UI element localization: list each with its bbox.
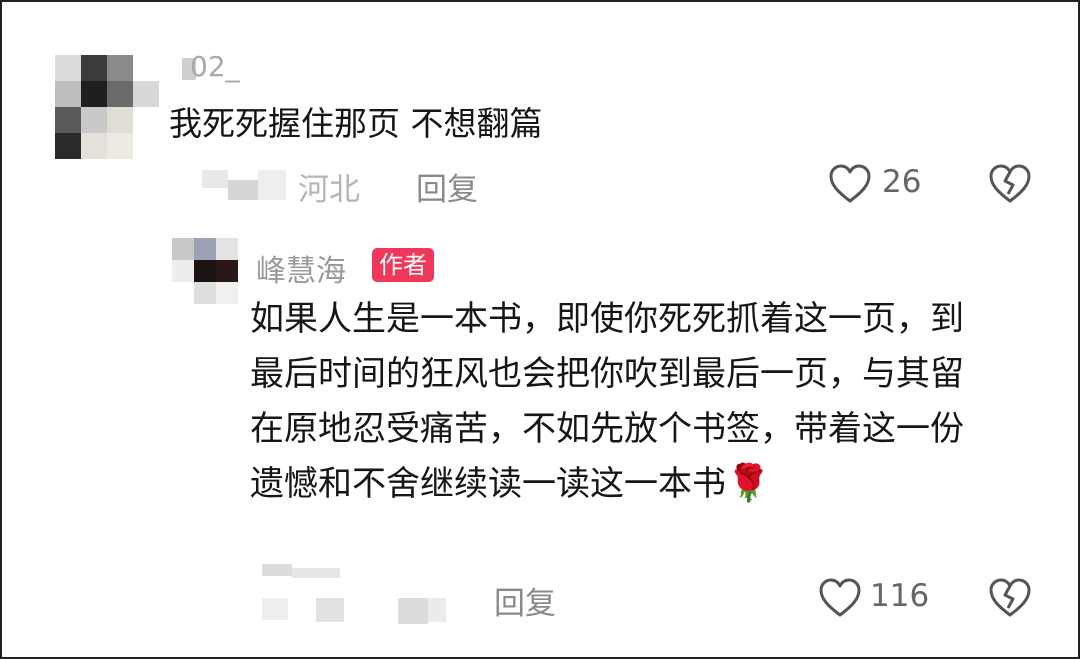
reply-meta-censored (262, 564, 452, 634)
comment-avatar[interactable] (55, 55, 159, 159)
reply-like-button[interactable]: 116 (818, 576, 938, 620)
comment-like-count: 26 (882, 164, 922, 200)
comment-reply-button[interactable]: 回复 (416, 164, 478, 209)
author-badge: 作者 (372, 248, 434, 282)
comment-username[interactable]: 02_ (182, 50, 252, 86)
heart-outline-icon (819, 578, 861, 617)
comment-username-text: 02_ (190, 50, 240, 83)
reply-text-body: 如果人生是一本书，即使你死死抓着这一页，到最后时间的狂风也会把你吹到最后一页，与… (250, 299, 964, 504)
reply-author-name[interactable]: 峰慧海 (256, 246, 346, 290)
heart-outline-icon (829, 164, 871, 203)
screenshot-frame: 02_ 我死死握住那页 不想翻篇 河北 回复 26 峰慧海 作者 如果人生是一本… (0, 0, 1080, 659)
comment-meta-censored (182, 162, 292, 212)
broken-heart-icon[interactable] (988, 164, 1032, 204)
reply-reply-button[interactable]: 回复 (494, 578, 556, 623)
comment-like-button[interactable]: 26 (828, 162, 938, 206)
reply-text: 如果人生是一本书，即使你死死抓着这一页，到最后时间的狂风也会把你吹到最后一页，与… (250, 292, 995, 512)
reply-avatar[interactable] (172, 238, 238, 304)
comment-text: 我死死握住那页 不想翻篇 (169, 104, 543, 143)
reply-like-count: 116 (870, 578, 930, 614)
comment-location: 河北 (298, 172, 360, 208)
broken-heart-icon[interactable] (988, 578, 1032, 618)
rose-emoji: 🌹 (726, 463, 771, 504)
